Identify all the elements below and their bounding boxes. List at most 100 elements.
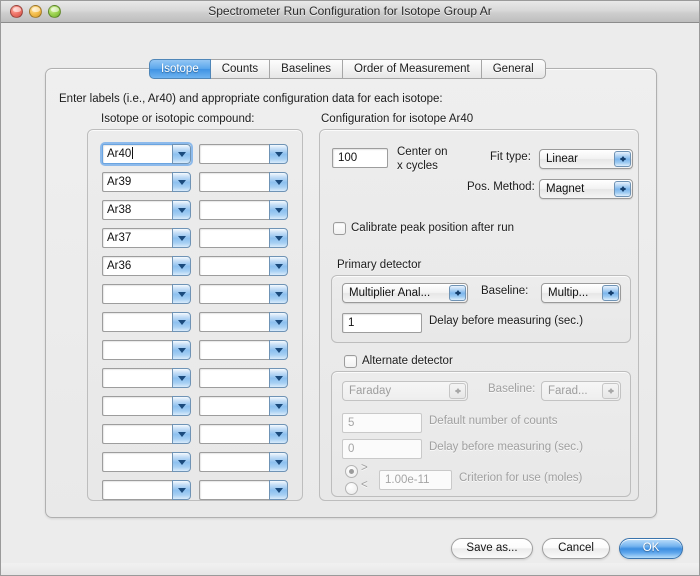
chevron-down-icon[interactable] [269, 480, 288, 500]
isotope-combo-input[interactable] [199, 340, 269, 360]
isotope-combo-col2-row2[interactable] [199, 172, 288, 192]
chevron-down-icon[interactable] [269, 424, 288, 444]
isotope-combo-input[interactable] [199, 480, 269, 500]
isotope-combo-input[interactable] [102, 312, 172, 332]
isotope-combo-col2-row7[interactable] [199, 312, 288, 332]
isotope-combo-col2-row1[interactable] [199, 144, 288, 164]
tab-order-of-measurement[interactable]: Order of Measurement [343, 59, 482, 79]
isotope-combo-input[interactable]: Ar37 [102, 228, 172, 248]
title-bar[interactable]: Spectrometer Run Configuration for Isoto… [1, 1, 699, 23]
chevron-down-icon[interactable] [172, 312, 191, 332]
isotope-combo-input[interactable] [102, 396, 172, 416]
isotope-combo-col2-row9[interactable] [199, 368, 288, 388]
isotope-combo-input[interactable] [199, 172, 269, 192]
isotope-combo-input[interactable] [199, 368, 269, 388]
chevron-down-icon[interactable] [172, 200, 191, 220]
isotope-combo-col1-row8[interactable] [102, 340, 191, 360]
primary-detector-select[interactable]: Multiplier Anal... [342, 283, 468, 303]
criterion-greater-radio[interactable] [345, 465, 358, 478]
pos-method-select[interactable]: Magnet [539, 179, 633, 199]
chevron-down-icon[interactable] [269, 396, 288, 416]
alternate-delay-input[interactable]: 0 [342, 439, 422, 459]
tab-counts[interactable]: Counts [210, 59, 271, 79]
isotope-combo-input[interactable] [199, 452, 269, 472]
fit-type-select[interactable]: Linear [539, 149, 633, 169]
chevron-down-icon[interactable] [269, 312, 288, 332]
calibrate-peak-checkbox[interactable] [333, 222, 346, 235]
isotope-combo-input[interactable]: Ar36 [102, 256, 172, 276]
primary-baseline-select[interactable]: Multip... [541, 283, 621, 303]
isotope-combo-input[interactable] [199, 312, 269, 332]
criterion-value-input[interactable]: 1.00e-11 [379, 470, 452, 490]
isotope-combo-col2-row8[interactable] [199, 340, 288, 360]
tab-baselines[interactable]: Baselines [270, 59, 344, 79]
isotope-combo-col1-row2[interactable]: Ar39 [102, 172, 191, 192]
isotope-combo-input[interactable] [199, 228, 269, 248]
isotope-combo-col1-row5[interactable]: Ar36 [102, 256, 191, 276]
alternate-counts-input[interactable]: 5 [342, 413, 422, 433]
isotope-combo-col1-row4[interactable]: Ar37 [102, 228, 191, 248]
isotope-combo-col1-row12[interactable] [102, 452, 191, 472]
center-cycles-input[interactable]: 100 [332, 148, 388, 168]
chevron-down-icon[interactable] [269, 200, 288, 220]
isotope-combo-input[interactable] [199, 284, 269, 304]
isotope-combo-input[interactable] [102, 452, 172, 472]
isotope-combo-input[interactable] [102, 284, 172, 304]
cancel-button[interactable]: Cancel [542, 538, 610, 559]
isotope-combo-input[interactable] [199, 256, 269, 276]
chevron-down-icon[interactable] [269, 144, 288, 164]
chevron-down-icon[interactable] [172, 452, 191, 472]
chevron-down-icon[interactable] [269, 368, 288, 388]
ok-button[interactable]: OK [619, 538, 683, 559]
chevron-down-icon[interactable] [269, 228, 288, 248]
isotope-combo-col1-row3[interactable]: Ar38 [102, 200, 191, 220]
chevron-down-icon[interactable] [172, 172, 191, 192]
isotope-combo-col2-row6[interactable] [199, 284, 288, 304]
chevron-down-icon[interactable] [172, 144, 191, 164]
isotope-combo-input[interactable] [102, 368, 172, 388]
chevron-down-icon[interactable] [172, 284, 191, 304]
isotope-combo-col2-row5[interactable] [199, 256, 288, 276]
tab-general[interactable]: General [481, 59, 546, 79]
chevron-down-icon[interactable] [269, 256, 288, 276]
chevron-down-icon[interactable] [269, 452, 288, 472]
isotope-combo-col2-row10[interactable] [199, 396, 288, 416]
criterion-less-radio[interactable] [345, 482, 358, 495]
isotope-combo-input[interactable] [102, 424, 172, 444]
chevron-down-icon[interactable] [172, 340, 191, 360]
isotope-combo-col1-row13[interactable] [102, 480, 191, 500]
isotope-combo-col2-row3[interactable] [199, 200, 288, 220]
isotope-combo-col2-row11[interactable] [199, 424, 288, 444]
isotope-combo-input[interactable] [199, 396, 269, 416]
alternate-detector-select[interactable]: Faraday [342, 381, 468, 401]
chevron-down-icon[interactable] [172, 228, 191, 248]
isotope-combo-col1-row11[interactable] [102, 424, 191, 444]
isotope-combo-input[interactable] [102, 480, 172, 500]
chevron-down-icon[interactable] [269, 284, 288, 304]
isotope-combo-col1-row9[interactable] [102, 368, 191, 388]
isotope-combo-col1-row7[interactable] [102, 312, 191, 332]
chevron-down-icon[interactable] [269, 172, 288, 192]
isotope-combo-input[interactable] [199, 200, 269, 220]
tab-isotope[interactable]: Isotope [149, 59, 211, 79]
isotope-combo-col1-row10[interactable] [102, 396, 191, 416]
isotope-combo-col1-row1[interactable]: Ar40 [102, 144, 191, 164]
isotope-combo-input[interactable] [199, 424, 269, 444]
isotope-combo-input[interactable]: Ar38 [102, 200, 172, 220]
isotope-combo-col2-row13[interactable] [199, 480, 288, 500]
save-as-button[interactable]: Save as... [451, 538, 533, 559]
isotope-combo-input[interactable] [102, 340, 172, 360]
alternate-detector-checkbox[interactable] [344, 355, 357, 368]
chevron-down-icon[interactable] [172, 424, 191, 444]
chevron-down-icon[interactable] [269, 340, 288, 360]
isotope-combo-input[interactable]: Ar39 [102, 172, 172, 192]
chevron-down-icon[interactable] [172, 396, 191, 416]
isotope-combo-input[interactable]: Ar40 [102, 144, 172, 164]
primary-delay-input[interactable]: 1 [342, 313, 422, 333]
isotope-combo-input[interactable] [199, 144, 269, 164]
chevron-down-icon[interactable] [172, 368, 191, 388]
alternate-baseline-select[interactable]: Farad... [541, 381, 621, 401]
isotope-combo-col2-row4[interactable] [199, 228, 288, 248]
chevron-down-icon[interactable] [172, 480, 191, 500]
isotope-combo-col2-row12[interactable] [199, 452, 288, 472]
